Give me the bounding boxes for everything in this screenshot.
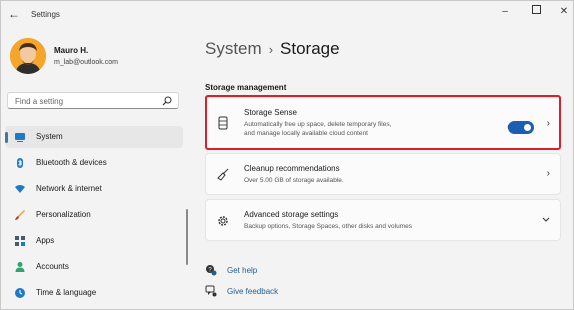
sidebar-item-label: System (36, 132, 63, 141)
help-icon: ? (206, 265, 217, 276)
sidebar-item-label: Apps (36, 236, 55, 245)
sidebar-item-bluetooth-devices[interactable]: Bluetooth & devices (5, 152, 183, 174)
sidebar-item-apps[interactable]: Apps (5, 230, 183, 252)
avatar[interactable] (10, 38, 46, 74)
brush-icon (15, 210, 25, 220)
globe-clock-icon (15, 288, 25, 298)
advanced-desc: Backup options, Storage Spaces, other di… (244, 223, 413, 230)
search-input[interactable]: Find a setting (7, 92, 179, 109)
highlight-box (205, 95, 561, 150)
user-name: Mauro H. (54, 46, 89, 55)
bluetooth-icon (17, 158, 23, 168)
page-title: Storage (280, 39, 340, 58)
feedback-icon (205, 285, 217, 297)
sidebar-item-label: Personalization (36, 210, 91, 219)
cleanup-recommendations-card[interactable]: Cleanup recommendations Over 5.00 GB of … (205, 153, 561, 195)
user-email: m_lab@outlook.com (54, 59, 118, 66)
sidebar-item-time-language[interactable]: Time & language (5, 282, 183, 304)
maximize-icon (531, 5, 541, 14)
main-content: System › Storage Storage management Storag… (191, 29, 573, 309)
sidebar-item-network-internet[interactable]: Network & internet (5, 178, 183, 200)
get-help-link[interactable]: Get help (227, 266, 257, 275)
settings-window: ← Settings – ✕ Mauro H. m_lab@outlook.co… (0, 0, 574, 310)
sidebar-item-label: Bluetooth & devices (36, 158, 107, 167)
give-feedback-link[interactable]: Give feedback (227, 287, 278, 296)
user-avatar-icon (10, 38, 46, 74)
gear-icon (218, 216, 228, 226)
back-arrow-icon[interactable]: ← (7, 7, 21, 21)
sidebar-item-personalization[interactable]: Personalization (5, 204, 183, 226)
person-icon (15, 262, 25, 272)
sidebar-item-label: Accounts (36, 262, 69, 271)
section-heading: Storage management (205, 83, 287, 92)
title-bar: ← Settings – ✕ (1, 1, 573, 29)
apps-icon (15, 236, 25, 246)
chevron-right-icon[interactable]: › (547, 168, 550, 179)
search-icon (162, 96, 172, 106)
maximize-button[interactable] (525, 5, 547, 19)
window-title: Settings (31, 10, 60, 19)
breadcrumb-separator: › (268, 42, 274, 57)
breadcrumb: System › Storage (205, 39, 340, 59)
cleanup-desc: Over 5.00 GB of storage available. (244, 177, 344, 184)
cleanup-title: Cleanup recommendations (244, 164, 340, 173)
chevron-down-icon[interactable] (542, 217, 550, 223)
sidebar-item-system[interactable]: System (5, 126, 183, 148)
breadcrumb-parent[interactable]: System (205, 39, 262, 58)
sidebar-scrollbar[interactable] (186, 209, 188, 265)
sidebar-item-label: Network & internet (36, 184, 102, 193)
wifi-icon (15, 185, 25, 193)
advanced-title: Advanced storage settings (244, 210, 339, 219)
sidebar: Mauro H. m_lab@outlook.com Find a settin… (1, 29, 191, 309)
advanced-storage-settings-card[interactable]: Advanced storage settings Backup options… (205, 199, 561, 241)
sidebar-item-label: Time & language (36, 288, 97, 297)
broom-icon (217, 168, 229, 181)
search-placeholder: Find a setting (15, 97, 64, 106)
sidebar-item-accounts[interactable]: Accounts (5, 256, 183, 278)
selected-indicator (5, 132, 8, 143)
system-icon (15, 133, 25, 142)
minimize-button[interactable]: – (494, 5, 516, 19)
close-button[interactable]: ✕ (553, 5, 573, 19)
